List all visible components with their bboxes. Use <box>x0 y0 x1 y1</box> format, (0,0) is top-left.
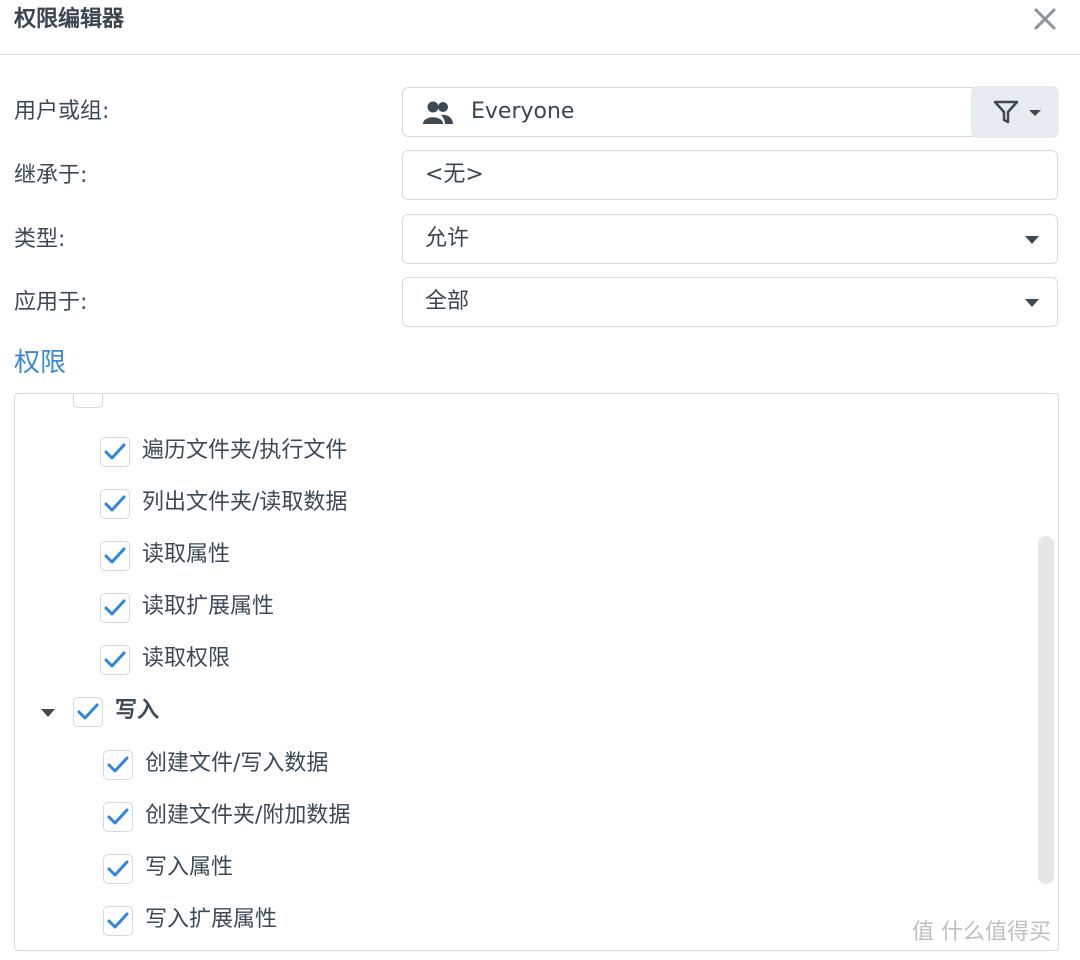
collapse-caret-icon[interactable] <box>41 709 55 717</box>
dialog-titlebar: 权限编辑器 <box>0 0 1080 55</box>
user-group-select[interactable]: Everyone <box>402 87 1058 137</box>
check-icon <box>107 808 129 825</box>
chevron-down-icon <box>1025 236 1039 244</box>
check-icon <box>104 443 126 460</box>
permissions-scrollbar[interactable] <box>1038 536 1054 884</box>
check-icon <box>104 495 126 512</box>
check-icon <box>107 912 129 929</box>
tree-item-label: 创建文件夹/附加数据 <box>145 803 351 828</box>
tree-item-label: 列出文件夹/读取数据 <box>142 490 348 515</box>
checkbox[interactable] <box>103 802 133 832</box>
inherit-label: 继承于: <box>14 163 88 188</box>
apply-to-value: 全部 <box>425 289 470 314</box>
close-icon[interactable] <box>1032 6 1058 32</box>
checkbox[interactable] <box>100 489 130 519</box>
permissions-tree[interactable]: 遍历文件夹/执行文件 列出文件夹/读取数据 读取属性 读取扩展属性 读取权限 写… <box>14 393 1059 951</box>
apply-to-select[interactable]: 全部 <box>402 277 1058 327</box>
tree-item-label: 读取扩展属性 <box>142 594 275 619</box>
type-value: 允许 <box>425 226 470 251</box>
tree-item-label: 写入扩展属性 <box>145 907 278 932</box>
user-group-value: Everyone <box>471 99 575 124</box>
checkbox[interactable] <box>100 437 130 467</box>
checkbox[interactable] <box>100 645 130 675</box>
dialog-title: 权限编辑器 <box>14 7 125 32</box>
checkbox[interactable] <box>103 854 133 884</box>
tree-item-label: 创建文件/写入数据 <box>145 751 329 776</box>
check-icon <box>107 756 129 773</box>
filter-icon <box>993 99 1019 129</box>
chevron-down-icon <box>1029 110 1041 116</box>
checkbox[interactable] <box>103 906 133 936</box>
watermark: 值 什么值得买 <box>912 920 1051 945</box>
check-icon <box>77 703 99 720</box>
type-select[interactable]: 允许 <box>402 214 1058 264</box>
tree-item-label: 写入属性 <box>145 855 234 880</box>
read-group-checkbox[interactable] <box>73 394 103 408</box>
check-icon <box>104 599 126 616</box>
users-icon <box>421 100 455 126</box>
checkbox[interactable] <box>73 697 103 727</box>
check-icon <box>104 651 126 668</box>
user-group-label: 用户或组: <box>14 99 110 124</box>
type-label: 类型: <box>14 227 66 252</box>
tree-item-label: 遍历文件夹/执行文件 <box>142 438 348 463</box>
chevron-down-icon <box>1025 299 1039 307</box>
check-icon <box>107 860 129 877</box>
tree-group-label: 写入 <box>115 698 160 723</box>
checkbox[interactable] <box>100 541 130 571</box>
permissions-title: 权限 <box>14 348 67 378</box>
inherit-value: <无> <box>425 162 484 187</box>
check-icon <box>104 547 126 564</box>
checkbox[interactable] <box>100 593 130 623</box>
tree-item-label: 读取属性 <box>142 542 231 567</box>
filter-button[interactable] <box>971 86 1059 138</box>
tree-item-label: 读取权限 <box>142 646 231 671</box>
apply-to-label: 应用于: <box>14 290 88 315</box>
checkbox[interactable] <box>103 750 133 780</box>
inherit-field: <无> <box>402 150 1058 200</box>
